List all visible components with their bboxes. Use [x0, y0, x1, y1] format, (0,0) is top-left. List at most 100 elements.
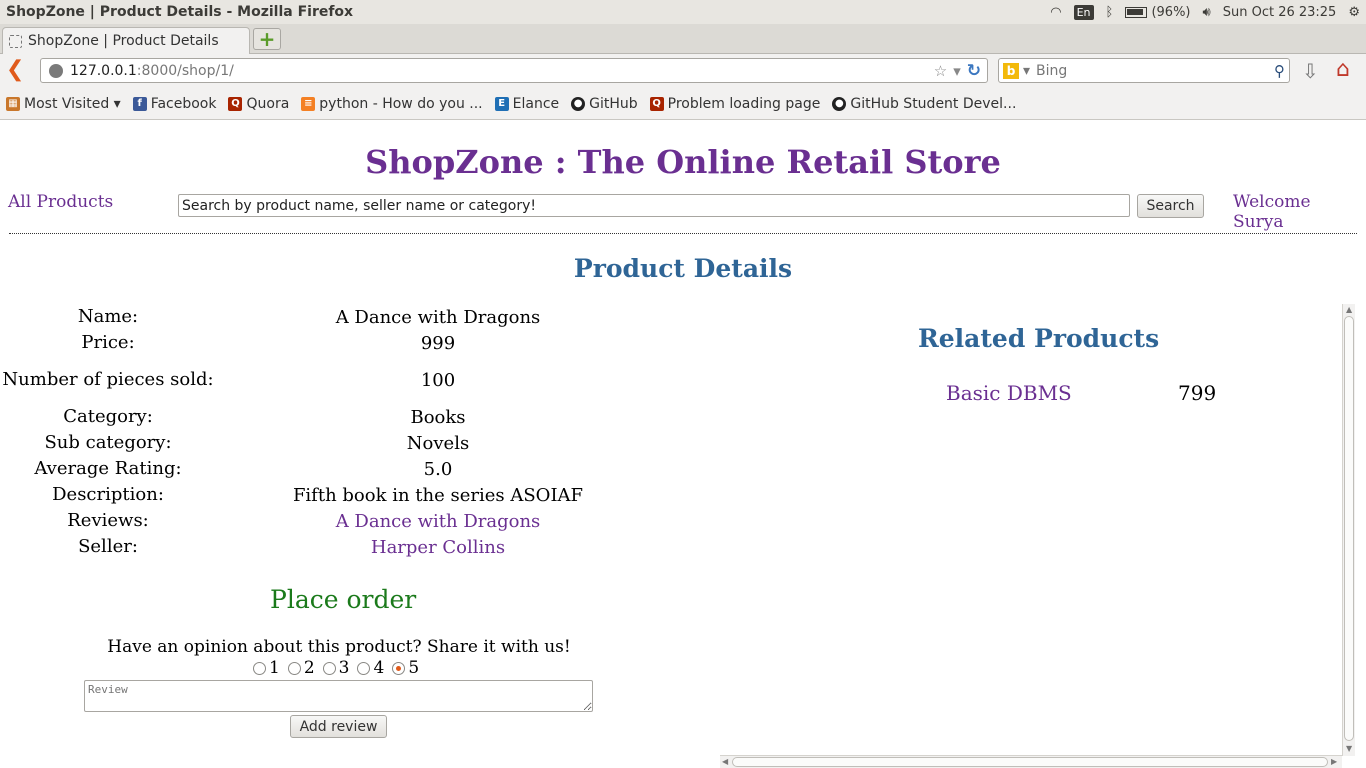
bookmark-star-icon[interactable]: ☆ — [934, 62, 947, 80]
quora-icon: Q — [649, 96, 664, 111]
rating-option-2[interactable]: 2 — [287, 658, 315, 678]
reload-icon[interactable]: ↻ — [967, 61, 981, 81]
detail-value: A Dance with Dragons — [335, 306, 541, 328]
elance-icon: E — [494, 96, 509, 111]
bluetooth-icon[interactable]: ᛒ — [1106, 5, 1114, 20]
detail-row-description: Description: Fifth book in the series AS… — [0, 482, 620, 508]
bookmark-most-visited[interactable]: ▦ Most Visited ▾ — [6, 96, 121, 112]
rating-radio-selected[interactable] — [392, 661, 406, 675]
detail-value: 999 — [420, 332, 456, 354]
rating-radio[interactable] — [322, 661, 336, 675]
seller-link[interactable]: Harper Collins — [258, 537, 618, 558]
horizontal-scroll-thumb[interactable] — [732, 757, 1328, 767]
keyboard-layout-indicator[interactable]: En — [1073, 4, 1094, 20]
related-products-frame: Related Products Basic DBMS 799 ▲ ▼ ◀ ▶ — [720, 304, 1356, 768]
detail-row-average-rating: Average Rating: 5.0 — [0, 456, 620, 482]
detail-label: Number of pieces sold: — [2, 369, 214, 390]
scroll-right-icon[interactable]: ▶ — [1331, 757, 1337, 766]
scroll-up-icon[interactable]: ▲ — [1346, 305, 1352, 314]
url-dropdown-icon[interactable]: ▾ — [953, 62, 961, 80]
add-review-button[interactable]: Add review — [290, 715, 387, 738]
url-bar[interactable]: 127.0.0.1:8000/shop/1/ ☆ ▾ ↻ — [40, 58, 988, 83]
web-search-bar[interactable]: b ▾ Bing ⚲ — [998, 58, 1290, 83]
bookmark-label: Most Visited ▾ — [24, 95, 121, 112]
rating-radio[interactable] — [357, 661, 371, 675]
detail-row-price: Price: 999 — [0, 330, 620, 356]
detail-row-reviews: Reviews: A Dance with Dragons — [0, 508, 620, 534]
related-product-link[interactable]: Basic DBMS — [946, 381, 1072, 405]
facebook-icon: f — [132, 96, 147, 111]
rating-option-4[interactable]: 4 — [357, 658, 384, 678]
scroll-left-icon[interactable]: ◀ — [722, 757, 728, 766]
tab-strip: ShopZone | Product Details + — [0, 24, 1366, 54]
bookmark-label: GitHub Student Devel... — [850, 95, 1017, 112]
bookmark-github-student[interactable]: ● GitHub Student Devel... — [832, 96, 1016, 112]
system-tray: ◠ En ᛒ (96%) 🔊︎ Sun Oct 26 23:25 ⚙ — [1050, 4, 1360, 20]
browser-tab[interactable]: ShopZone | Product Details — [2, 27, 250, 54]
clock[interactable]: Sun Oct 26 23:25 — [1223, 5, 1337, 20]
site-identity-globe-icon[interactable] — [49, 63, 63, 78]
url-path: :8000/shop/1/ — [136, 62, 234, 79]
header-divider — [9, 233, 1357, 234]
bookmark-facebook[interactable]: f Facebook — [132, 95, 217, 112]
rating-label: 1 — [269, 658, 280, 678]
site-title: ShopZone : The Online Retail Store — [365, 143, 1001, 181]
product-details-heading: Product Details — [573, 254, 793, 283]
related-products-heading: Related Products — [918, 324, 1160, 353]
product-search-input[interactable] — [178, 194, 1130, 217]
vertical-scrollbar[interactable]: ▲ ▼ — [1342, 304, 1355, 756]
horizontal-scrollbar[interactable]: ◀ ▶ — [720, 755, 1342, 768]
bookmark-label: Facebook — [150, 95, 217, 112]
rating-radio[interactable] — [253, 661, 266, 675]
url-bar-tools: ☆ ▾ ↻ — [934, 61, 987, 81]
stackoverflow-icon: ≡ — [301, 96, 316, 111]
search-button[interactable]: Search — [1137, 194, 1204, 218]
volume-icon[interactable]: 🔊︎ — [1203, 5, 1211, 20]
rating-label: 3 — [338, 658, 350, 678]
quora-icon: Q — [228, 96, 243, 111]
review-textarea[interactable] — [84, 680, 593, 712]
all-products-link[interactable]: All Products — [8, 192, 113, 212]
downloads-button[interactable]: ⇩ — [1302, 59, 1319, 83]
bookmark-problem-loading[interactable]: Q Problem loading page — [649, 96, 820, 112]
search-engine-dropdown-icon[interactable]: ▾ — [1023, 63, 1030, 79]
wifi-icon[interactable]: ◠ — [1050, 5, 1061, 20]
settings-gear-icon[interactable]: ⚙ — [1348, 5, 1360, 20]
rating-radio[interactable] — [287, 661, 301, 675]
detail-label: Description: — [52, 484, 164, 505]
detail-value: 5.0 — [423, 458, 453, 480]
welcome-user-link[interactable]: Welcome Surya — [1233, 192, 1366, 232]
battery-percent: (96%) — [1151, 4, 1191, 20]
detail-label: Average Rating: — [34, 458, 182, 479]
battery-indicator[interactable]: (96%) — [1125, 4, 1191, 20]
back-button[interactable]: ❮ — [6, 59, 28, 82]
page-content: ShopZone : The Online Retail Store All P… — [0, 121, 1366, 768]
detail-row-pieces-sold: Number of pieces sold: 100 — [0, 356, 620, 404]
review-prompt: Have an opinion about this product? Shar… — [107, 637, 571, 657]
most-visited-icon: ▦ — [6, 96, 20, 111]
bookmark-quora[interactable]: Q Quora — [228, 96, 289, 112]
detail-row-sub-category: Sub category: Novels — [0, 430, 620, 456]
url-host: 127.0.0.1 — [70, 62, 137, 79]
bookmark-github[interactable]: ● GitHub — [571, 96, 638, 112]
battery-icon — [1125, 6, 1148, 18]
detail-value: Novels — [406, 432, 470, 454]
new-tab-button[interactable]: + — [253, 28, 281, 50]
bing-logo-icon[interactable]: b — [1003, 62, 1019, 79]
navigation-toolbar: ❮ 127.0.0.1:8000/shop/1/ ☆ ▾ ↻ b ▾ Bing … — [0, 54, 1366, 88]
rating-option-3[interactable]: 3 — [322, 658, 350, 678]
home-button[interactable]: ⌂ — [1336, 57, 1350, 82]
reviews-link[interactable]: A Dance with Dragons — [258, 511, 618, 532]
scroll-down-icon[interactable]: ▼ — [1346, 744, 1352, 753]
rating-label: 2 — [303, 658, 315, 678]
web-search-placeholder: Bing — [1036, 62, 1068, 79]
rating-radio-group: 1 2 3 4 5 — [253, 658, 419, 678]
bookmark-python[interactable]: ≡ python - How do you ... — [301, 96, 483, 112]
rating-option-1[interactable]: 1 — [253, 658, 280, 678]
place-order-link[interactable]: Place order — [270, 585, 416, 614]
detail-value: 100 — [420, 369, 456, 391]
magnifier-icon[interactable]: ⚲ — [1274, 62, 1285, 80]
rating-option-5[interactable]: 5 — [392, 658, 419, 678]
bookmark-elance[interactable]: E Elance — [494, 96, 559, 112]
vertical-scroll-thumb[interactable] — [1344, 316, 1354, 741]
